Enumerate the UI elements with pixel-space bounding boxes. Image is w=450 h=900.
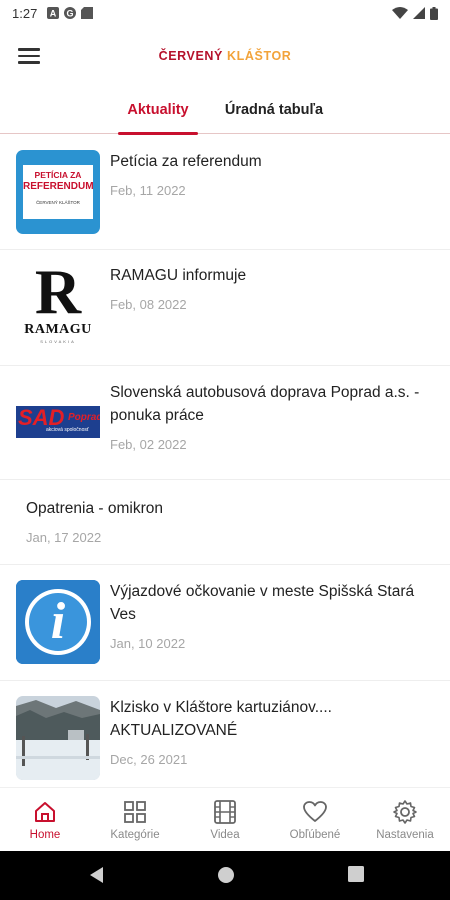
tab-bar: Aktuality Úradná tabuľa [0, 86, 450, 135]
news-date: Feb, 11 2022 [110, 183, 186, 198]
news-text: Výjazdové očkovanie v meste Spišská Star… [110, 580, 434, 651]
nav-videa[interactable]: Videa [180, 788, 270, 851]
signal-icon [413, 7, 425, 19]
battery-icon [430, 6, 438, 20]
thumb-peticia-line2: REFERENDUM [23, 181, 94, 192]
news-text: Petícia za referendum Feb, 11 2022 [110, 150, 434, 198]
news-title: Klzisko v Kláštore kartuziánov.... AKTUA… [110, 699, 332, 739]
news-item[interactable]: Klzisko v Kláštore kartuziánov.... AKTUA… [0, 681, 450, 787]
news-list[interactable]: PETÍCIA ZA REFERENDUM ČERVENÝ KLÁŠTOR Pe… [0, 135, 450, 787]
nav-label: Videa [210, 828, 240, 841]
ice-rink-photo-thumbnail [16, 696, 100, 780]
peticia-thumbnail: PETÍCIA ZA REFERENDUM ČERVENÝ KLÁŠTOR [16, 150, 100, 234]
film-icon [214, 799, 236, 824]
app-title: ČERVENÝ KLÁŠTOR [0, 49, 450, 63]
svg-text:A: A [50, 9, 57, 19]
system-status-icons [392, 6, 438, 20]
bottom-navigation: Home Kategórie Videa Obľúbené Nastavenia [0, 787, 450, 851]
status-time: 1:27 [12, 5, 38, 21]
thumb-peticia-line1: PETÍCIA ZA [34, 170, 82, 180]
nav-nastavenia[interactable]: Nastavenia [360, 788, 450, 851]
notification-icons: A G [47, 7, 94, 19]
news-date: Feb, 02 2022 [110, 437, 187, 452]
nav-home[interactable]: Home [0, 788, 90, 851]
recents-icon[interactable] [347, 865, 365, 883]
news-title: Opatrenia - omikron [26, 500, 163, 517]
nav-kategorie[interactable]: Kategórie [90, 788, 180, 851]
sad-poprad-logo-thumbnail: SAD Poprad akciová spoločnosť [16, 381, 100, 465]
hamburger-menu-icon[interactable] [18, 44, 42, 68]
news-title: Výjazdové očkovanie v meste Spišská Star… [110, 583, 415, 623]
news-date: Jan, 17 2022 [26, 530, 102, 545]
news-item[interactable]: i Výjazdové očkovanie v meste Spišská St… [0, 565, 450, 681]
tab-uradna-tabula[interactable]: Úradná tabuľa [214, 86, 334, 134]
thumb-ramagu-letter: R [34, 264, 82, 327]
thumb-peticia-line3: ČERVENÝ KLÁŠTOR [36, 200, 80, 205]
app-title-part2: KLÁŠTOR [227, 49, 292, 63]
news-item[interactable]: R RAMAGU SLOVAKIA RAMAGU informuje Feb, … [0, 250, 450, 366]
news-title: RAMAGU informuje [110, 267, 247, 284]
svg-text:G: G [67, 9, 74, 19]
android-navigation-bar [0, 851, 450, 900]
news-title: Petícia za referendum [110, 153, 262, 170]
gear-icon [393, 799, 417, 824]
notification-a-icon: A [47, 7, 60, 19]
ice-rink-photo [16, 696, 100, 780]
home-icon [35, 801, 55, 822]
news-date: Jan, 10 2022 [110, 636, 186, 651]
news-text: Slovenská autobusová doprava Poprad a.s.… [110, 381, 434, 452]
news-title: Slovenská autobusová doprava Poprad a.s.… [110, 384, 420, 424]
news-item[interactable]: SAD Poprad akciová spoločnosť Slovenská … [0, 366, 450, 480]
nav-label: Obľúbené [289, 828, 341, 841]
thumb-ramagu-word: RAMAGU [24, 322, 92, 337]
sd-card-icon [81, 7, 94, 19]
news-date: Dec, 26 2021 [110, 752, 188, 767]
tab-aktuality[interactable]: Aktuality [110, 86, 206, 135]
heart-icon [303, 800, 327, 822]
thumb-sad-small: Poprad [68, 412, 100, 423]
back-icon[interactable] [87, 865, 105, 885]
news-date: Feb, 08 2022 [110, 297, 187, 312]
news-item[interactable]: Opatrenia - omikron Jan, 17 2022 [0, 480, 450, 565]
ramagu-logo-thumbnail: R RAMAGU SLOVAKIA [16, 264, 100, 348]
thumb-sad-tag: akciová spoločnosť [46, 427, 89, 433]
nav-label: Nastavenia [376, 828, 434, 841]
grid-icon [124, 800, 146, 823]
notification-g-icon: G [64, 7, 77, 19]
news-item[interactable]: PETÍCIA ZA REFERENDUM ČERVENÝ KLÁŠTOR Pe… [0, 135, 450, 250]
nav-oblubene[interactable]: Obľúbené [270, 788, 360, 851]
status-bar: 1:27 A G [0, 0, 450, 26]
nav-label: Kategórie [110, 828, 160, 841]
app-bar: ČERVENÝ KLÁŠTOR [0, 26, 450, 86]
info-icon-thumbnail: i [16, 580, 100, 664]
thumb-ramagu-sub: SLOVAKIA [40, 339, 76, 344]
home-circle-icon[interactable] [216, 865, 236, 885]
news-text: Klzisko v Kláštore kartuziánov.... AKTUA… [110, 696, 434, 767]
news-text: RAMAGU informuje Feb, 08 2022 [110, 264, 434, 312]
news-text: Opatrenia - omikron Jan, 17 2022 [26, 497, 434, 545]
wifi-icon [392, 7, 408, 19]
app-title-part1: ČERVENÝ [158, 49, 223, 63]
thumb-info-letter: i [50, 593, 66, 650]
nav-label: Home [29, 828, 61, 841]
